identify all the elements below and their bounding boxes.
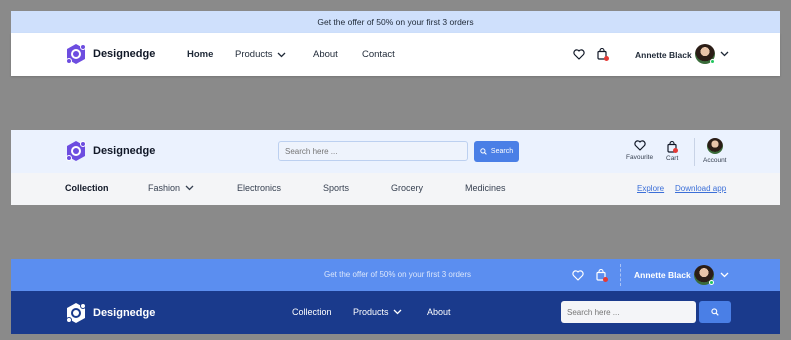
chevron-down-icon (185, 185, 194, 191)
logo-icon (66, 44, 86, 64)
offer-banner: Get the offer of 50% on your first 3 ord… (11, 11, 780, 33)
wishlist-button[interactable] (572, 269, 584, 281)
user-menu-toggle[interactable] (719, 271, 729, 279)
chevron-down-icon (393, 309, 401, 315)
nav-collection[interactable]: Collection (292, 307, 332, 317)
category-fashion[interactable]: Fashion (148, 183, 194, 193)
user-name: Annette Black (634, 270, 691, 280)
avatar[interactable] (695, 44, 715, 64)
search-input[interactable] (278, 141, 468, 161)
cart-button[interactable]: Cart (666, 140, 678, 162)
nav-products[interactable]: Products (235, 49, 286, 60)
nav-contact[interactable]: Contact (362, 49, 395, 60)
user-name: Annette Black (635, 50, 692, 60)
offer-text: Get the offer of 50% on your first 3 ord… (317, 17, 474, 27)
navbar-search: Designedge Search Favourite Cart Account (11, 130, 780, 173)
explore-link[interactable]: Explore (637, 184, 664, 193)
avatar (706, 138, 723, 154)
online-status (710, 59, 715, 64)
user-menu-toggle[interactable] (719, 50, 729, 58)
brand-logo[interactable]: Designedge (65, 302, 155, 324)
navbar-dark: Designedge Collection Products About (11, 291, 780, 334)
avatar[interactable] (694, 265, 714, 285)
cart-badge (673, 148, 679, 153)
category-collection[interactable]: Collection (65, 183, 109, 193)
chevron-down-icon (720, 272, 728, 278)
logo-icon (66, 141, 86, 161)
nav-products[interactable]: Products (353, 307, 402, 317)
search-icon (480, 148, 487, 155)
cart-button[interactable] (596, 47, 609, 61)
logo-icon (66, 303, 86, 323)
wishlist-button[interactable] (573, 48, 585, 60)
cart-label: Cart (666, 155, 679, 162)
nav-products-label: Products (235, 49, 273, 60)
brand-name: Designedge (93, 307, 156, 319)
cart-badge (603, 277, 608, 282)
category-electronics[interactable]: Electronics (237, 183, 281, 193)
cart-badge (604, 56, 609, 61)
favourite-label: Favourite (626, 154, 654, 161)
search-icon (711, 308, 719, 316)
cart-icon-wrap (667, 140, 679, 153)
category-grocery[interactable]: Grocery (391, 183, 423, 193)
offer-bar-blue: Get the offer of 50% on your first 3 ord… (11, 259, 780, 291)
account-button[interactable]: Account (703, 138, 727, 164)
brand-logo[interactable]: Designedge (65, 140, 155, 162)
favourite-button[interactable]: Favourite (626, 140, 653, 161)
category-bar: Collection Fashion Electronics Sports Gr… (11, 173, 780, 205)
brand-name: Designedge (93, 48, 156, 60)
nav-products-label: Products (353, 307, 389, 317)
search-button[interactable]: Search (474, 141, 519, 162)
offer-text: Get the offer of 50% on your first 3 ord… (324, 270, 472, 279)
chevron-down-icon (277, 52, 285, 57)
account-label: Account (703, 157, 727, 164)
nav-about[interactable]: About (313, 49, 338, 60)
chevron-down-icon (720, 51, 728, 57)
search-input[interactable] (561, 301, 696, 323)
search-button[interactable] (699, 301, 731, 323)
category-sports[interactable]: Sports (323, 183, 349, 193)
brand-logo[interactable]: Designedge (65, 43, 155, 65)
heart-icon (572, 269, 584, 281)
category-fashion-label: Fashion (148, 183, 181, 193)
cart-button[interactable] (595, 268, 608, 282)
brand-name: Designedge (93, 145, 156, 157)
search-button-label: Search (490, 148, 514, 155)
heart-icon (633, 140, 646, 151)
online-status (709, 280, 714, 285)
divider (694, 138, 695, 166)
navbar-light: Designedge Home Products About Contact A… (11, 33, 780, 76)
download-app-link[interactable]: Download app (675, 184, 726, 193)
heart-icon (573, 48, 585, 60)
nav-home[interactable]: Home (187, 49, 213, 60)
nav-about[interactable]: About (427, 307, 451, 317)
category-medicines[interactable]: Medicines (465, 183, 506, 193)
divider (620, 264, 621, 286)
